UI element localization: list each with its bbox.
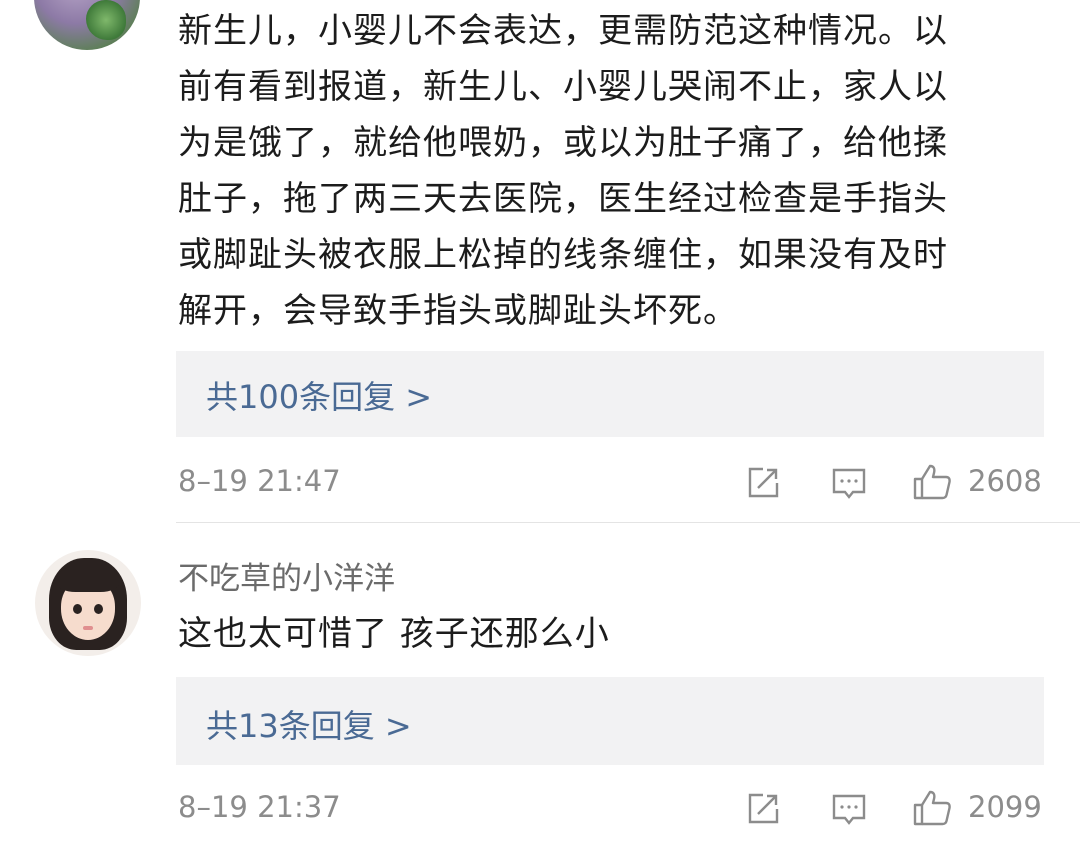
comment-line: 新生儿，小婴儿不会表达，更需防范这种情况。以 xyxy=(178,11,948,51)
comment-line: 解开，会导致手指头或脚趾头坏死。 xyxy=(178,291,738,331)
like-count: 2099 xyxy=(968,790,1042,824)
comment-timestamp: 8–19 21:47 xyxy=(178,464,341,498)
username[interactable]: 不吃草的小洋洋 xyxy=(178,553,395,598)
avatar[interactable] xyxy=(34,0,140,50)
share-icon[interactable] xyxy=(743,789,783,829)
comment-text: 这也太可惜了 孩子还那么小 xyxy=(178,614,610,654)
replies-link[interactable]: 共13条回复 > xyxy=(176,677,1044,765)
replies-link[interactable]: 共100条回复 > xyxy=(176,351,1044,437)
comment-line: 前有看到报道，新生儿、小婴儿哭闹不止，家人以 xyxy=(178,67,948,107)
like-count: 2608 xyxy=(968,464,1042,498)
replies-label: 共13条回复 > xyxy=(206,707,412,745)
comment-line: 肚子，拖了两三天去医院，医生经过检查是手指头 xyxy=(178,179,948,219)
comment-line: 或脚趾头被衣服上松掉的线条缠住，如果没有及时 xyxy=(178,235,948,275)
avatar[interactable] xyxy=(35,550,141,656)
like-icon[interactable] xyxy=(912,462,952,502)
comment-text: 新生儿，小婴儿不会表达，更需防范这种情况。以 前有看到报道，新生儿、小婴儿哭闹不… xyxy=(178,3,1038,339)
comment-icon[interactable] xyxy=(829,789,869,829)
comment-icon[interactable] xyxy=(829,463,869,503)
replies-label: 共100条回复 > xyxy=(206,378,433,416)
comment-timestamp: 8–19 21:37 xyxy=(178,790,341,824)
comment-divider xyxy=(176,522,1080,523)
like-icon[interactable] xyxy=(912,788,952,828)
comment-line: 为是饿了，就给他喂奶，或以为肚子痛了，给他揉 xyxy=(178,123,948,163)
share-icon[interactable] xyxy=(743,463,783,503)
